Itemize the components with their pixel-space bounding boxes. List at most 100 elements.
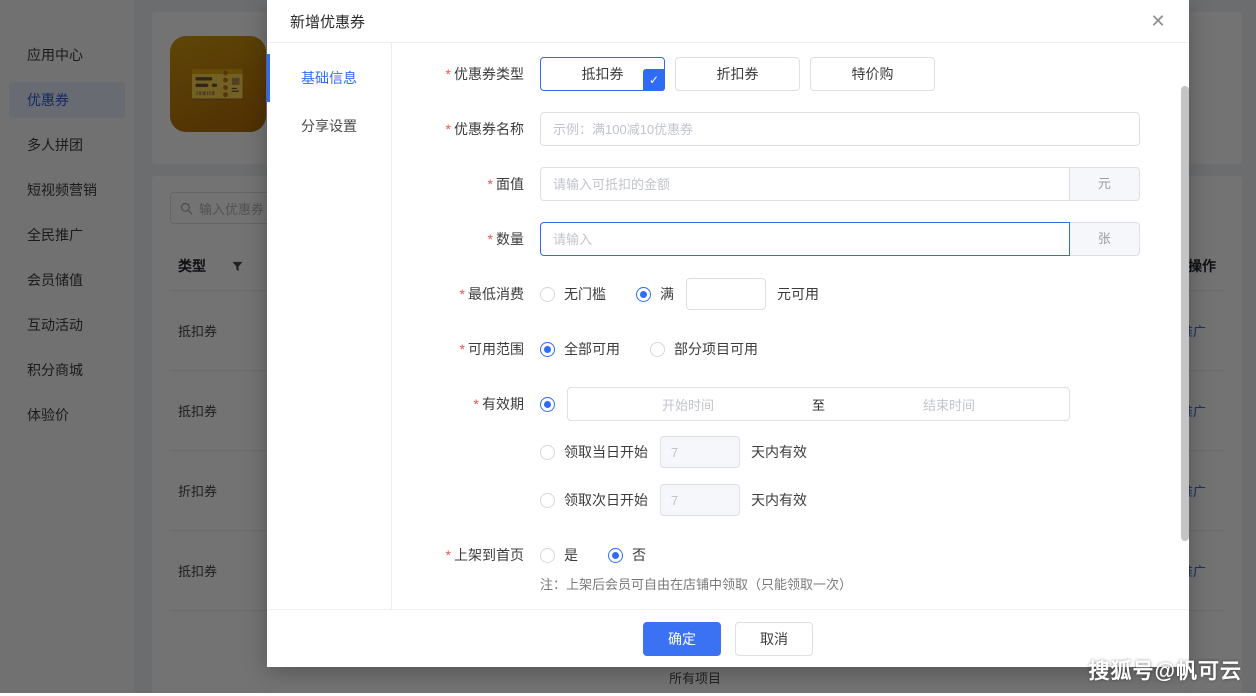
form-row-validity: *有效期 开始时间 至 结束时间 领取当日开始 天: [410, 387, 1159, 517]
tab-share-settings[interactable]: 分享设置: [267, 102, 391, 150]
label-validity: *有效期: [410, 387, 540, 421]
check-icon: ✓: [643, 69, 665, 91]
label-scope-text: 可用范围: [468, 341, 524, 357]
modal-scrollbar[interactable]: [1181, 86, 1189, 641]
min-spend-unit: 元可用: [777, 284, 819, 304]
on-shelf-note: 注：上架后会员可自由在店铺中领取（只能领取一次）: [540, 574, 1159, 593]
validity-range-separator: 至: [808, 395, 829, 414]
radio-scope-partial[interactable]: [650, 342, 665, 357]
face-value-group: 元: [540, 167, 1140, 201]
modal-title: 新增优惠券: [290, 11, 1145, 32]
control-coupon-name: [540, 112, 1159, 146]
radio-on-shelf-no-label: 否: [632, 545, 646, 565]
on-shelf-options: 是 否: [540, 538, 1159, 572]
modal-scrollbar-thumb[interactable]: [1181, 86, 1189, 541]
required-marker: *: [446, 66, 451, 82]
modal-form: *优惠券类型 抵扣券 ✓ 折扣券 特价购 *优惠券名称: [392, 43, 1189, 609]
form-row-quantity: *数量 张: [410, 222, 1159, 256]
watermark: 搜狐号@帆可云: [1089, 655, 1242, 685]
required-marker: *: [488, 231, 493, 247]
coupon-type-option-discount[interactable]: 折扣券: [675, 57, 800, 91]
label-min-spend: *最低消费: [410, 277, 540, 311]
validity-start-placeholder: 开始时间: [568, 395, 808, 414]
label-coupon-name: *优惠券名称: [410, 112, 540, 146]
control-face-value: 元: [540, 167, 1159, 201]
radio-validity-next-day-label: 领取次日开始: [564, 490, 648, 510]
min-spend-amount-input[interactable]: [686, 278, 766, 310]
radio-on-shelf-no[interactable]: [608, 548, 623, 563]
form-row-on-shelf: *上架到首页 是 否 注：上架后会员可自由在店铺中领取（只能领取一次）: [410, 538, 1159, 593]
scope-options: 全部可用 部分项目可用: [540, 332, 1159, 366]
radio-validity-same-day[interactable]: [540, 445, 555, 460]
form-row-face-value: *面值 元: [410, 167, 1159, 201]
radio-scope-all-label: 全部可用: [564, 339, 620, 359]
validity-date-range-picker[interactable]: 开始时间 至 结束时间: [567, 387, 1070, 421]
close-icon[interactable]: ✕: [1145, 8, 1171, 34]
radio-min-spend-over-label: 满: [660, 284, 674, 304]
form-row-coupon-type: *优惠券类型 抵扣券 ✓ 折扣券 特价购: [410, 57, 1159, 91]
radio-min-spend-none[interactable]: [540, 287, 555, 302]
validity-next-day-suffix: 天内有效: [751, 490, 807, 510]
control-coupon-type: 抵扣券 ✓ 折扣券 特价购: [540, 57, 1159, 91]
quantity-group: 张: [540, 222, 1140, 256]
modal-footer: 确定 取消: [267, 609, 1189, 667]
form-row-scope: *可用范围 全部可用 部分项目可用: [410, 332, 1159, 366]
required-marker: *: [460, 341, 465, 357]
label-face-value-text: 面值: [496, 176, 524, 192]
validity-same-day-suffix: 天内有效: [751, 442, 807, 462]
form-row-min-spend: *最低消费 无门槛 满 元可用: [410, 277, 1159, 311]
control-on-shelf: 是 否 注：上架后会员可自由在店铺中领取（只能领取一次）: [540, 538, 1159, 593]
control-quantity: 张: [540, 222, 1159, 256]
validity-same-day-row: 领取当日开始 天内有效: [540, 435, 1159, 469]
required-marker: *: [460, 286, 465, 302]
quantity-input[interactable]: [540, 222, 1070, 256]
modal-tab-rail: 基础信息 分享设置: [267, 43, 392, 609]
radio-on-shelf-yes-label: 是: [564, 545, 578, 565]
radio-min-spend-over[interactable]: [636, 287, 651, 302]
validity-next-day-row: 领取次日开始 天内有效: [540, 483, 1159, 517]
radio-validity-same-day-label: 领取当日开始: [564, 442, 648, 462]
control-validity: 开始时间 至 结束时间 领取当日开始 天内有效 领取次日开始: [540, 387, 1159, 517]
radio-min-spend-none-label: 无门槛: [564, 284, 606, 304]
coupon-type-option-special[interactable]: 特价购: [810, 57, 935, 91]
coupon-type-options: 抵扣券 ✓ 折扣券 特价购: [540, 57, 1159, 91]
coupon-type-option-deduction-label: 抵扣券: [582, 66, 624, 82]
label-coupon-type: *优惠券类型: [410, 57, 540, 91]
face-value-suffix: 元: [1070, 167, 1140, 201]
confirm-button[interactable]: 确定: [643, 622, 721, 656]
validity-same-day-days-input[interactable]: [660, 436, 740, 468]
tab-basic-info[interactable]: 基础信息: [267, 54, 391, 102]
label-quantity-text: 数量: [496, 231, 524, 247]
control-min-spend: 无门槛 满 元可用: [540, 277, 1159, 311]
modal-body: 基础信息 分享设置 *优惠券类型 抵扣券 ✓ 折扣券 特价购: [267, 43, 1189, 609]
label-face-value: *面值: [410, 167, 540, 201]
quantity-suffix: 张: [1070, 222, 1140, 256]
control-scope: 全部可用 部分项目可用: [540, 332, 1159, 366]
label-validity-text: 有效期: [482, 396, 524, 412]
label-scope: *可用范围: [410, 332, 540, 366]
required-marker: *: [446, 121, 451, 137]
label-on-shelf: *上架到首页: [410, 538, 540, 572]
label-coupon-name-text: 优惠券名称: [454, 121, 524, 137]
validity-next-day-days-input[interactable]: [660, 484, 740, 516]
cancel-button[interactable]: 取消: [735, 622, 813, 656]
label-on-shelf-text: 上架到首页: [454, 547, 524, 563]
modal-header: 新增优惠券 ✕: [267, 0, 1189, 43]
radio-validity-next-day[interactable]: [540, 493, 555, 508]
face-value-input[interactable]: [540, 167, 1070, 201]
required-marker: *: [474, 396, 479, 412]
min-spend-options: 无门槛 满 元可用: [540, 277, 1159, 311]
coupon-name-input[interactable]: [540, 112, 1140, 146]
required-marker: *: [488, 176, 493, 192]
validity-range-row: 开始时间 至 结束时间: [540, 387, 1159, 421]
radio-scope-all[interactable]: [540, 342, 555, 357]
coupon-type-option-deduction[interactable]: 抵扣券 ✓: [540, 57, 665, 91]
required-marker: *: [446, 547, 451, 563]
radio-validity-range[interactable]: [540, 397, 555, 412]
label-coupon-type-text: 优惠券类型: [454, 66, 524, 82]
radio-on-shelf-yes[interactable]: [540, 548, 555, 563]
validity-end-placeholder: 结束时间: [829, 395, 1069, 414]
radio-scope-partial-label: 部分项目可用: [674, 339, 758, 359]
form-row-coupon-name: *优惠券名称: [410, 112, 1159, 146]
label-min-spend-text: 最低消费: [468, 286, 524, 302]
